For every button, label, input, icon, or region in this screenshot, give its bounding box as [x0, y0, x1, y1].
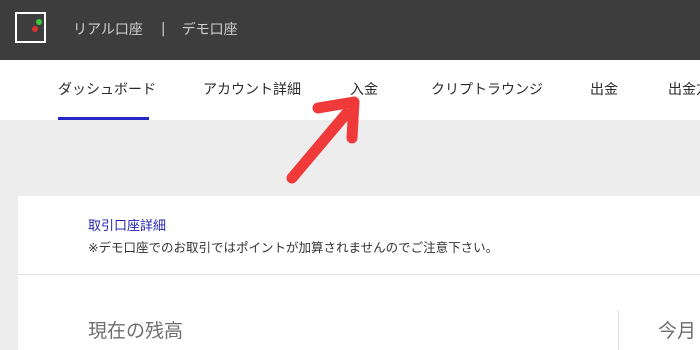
demo-account-link[interactable]: デモ口座 [182, 19, 238, 39]
logo-green-dot [36, 19, 42, 25]
this-month-title: 今月 [658, 320, 697, 342]
column-divider [618, 310, 619, 350]
active-tab-indicator [58, 117, 149, 120]
tab-dashboard[interactable]: ダッシュボード [58, 79, 156, 99]
real-account-link[interactable]: リアル口座 [73, 19, 143, 39]
panel-divider [18, 274, 700, 275]
brand-logo-icon[interactable] [15, 12, 46, 43]
logo-red-dot [32, 26, 38, 32]
demo-notice: ※デモ口座でのお取引ではポイントが加算されませんのでご注意下さい。 [88, 240, 499, 255]
account-panel: 取引口座詳細 ※デモ口座でのお取引ではポイントが加算されませんのでご注意下さい。… [18, 196, 700, 350]
red-arrow-icon [286, 96, 360, 184]
top-header: リアル口座 | デモ口座 [0, 0, 700, 60]
tab-withdraw-method[interactable]: 出金方 [668, 79, 700, 99]
account-switch: リアル口座 | デモ口座 [73, 19, 238, 39]
tab-crypto-lounge[interactable]: クリプトラウンジ [431, 79, 543, 99]
account-separator: | [160, 21, 166, 37]
tab-withdraw[interactable]: 出金 [590, 79, 618, 99]
current-balance-title: 現在の残高 [88, 320, 184, 342]
trading-account-details-link[interactable]: 取引口座詳細 [88, 215, 166, 234]
